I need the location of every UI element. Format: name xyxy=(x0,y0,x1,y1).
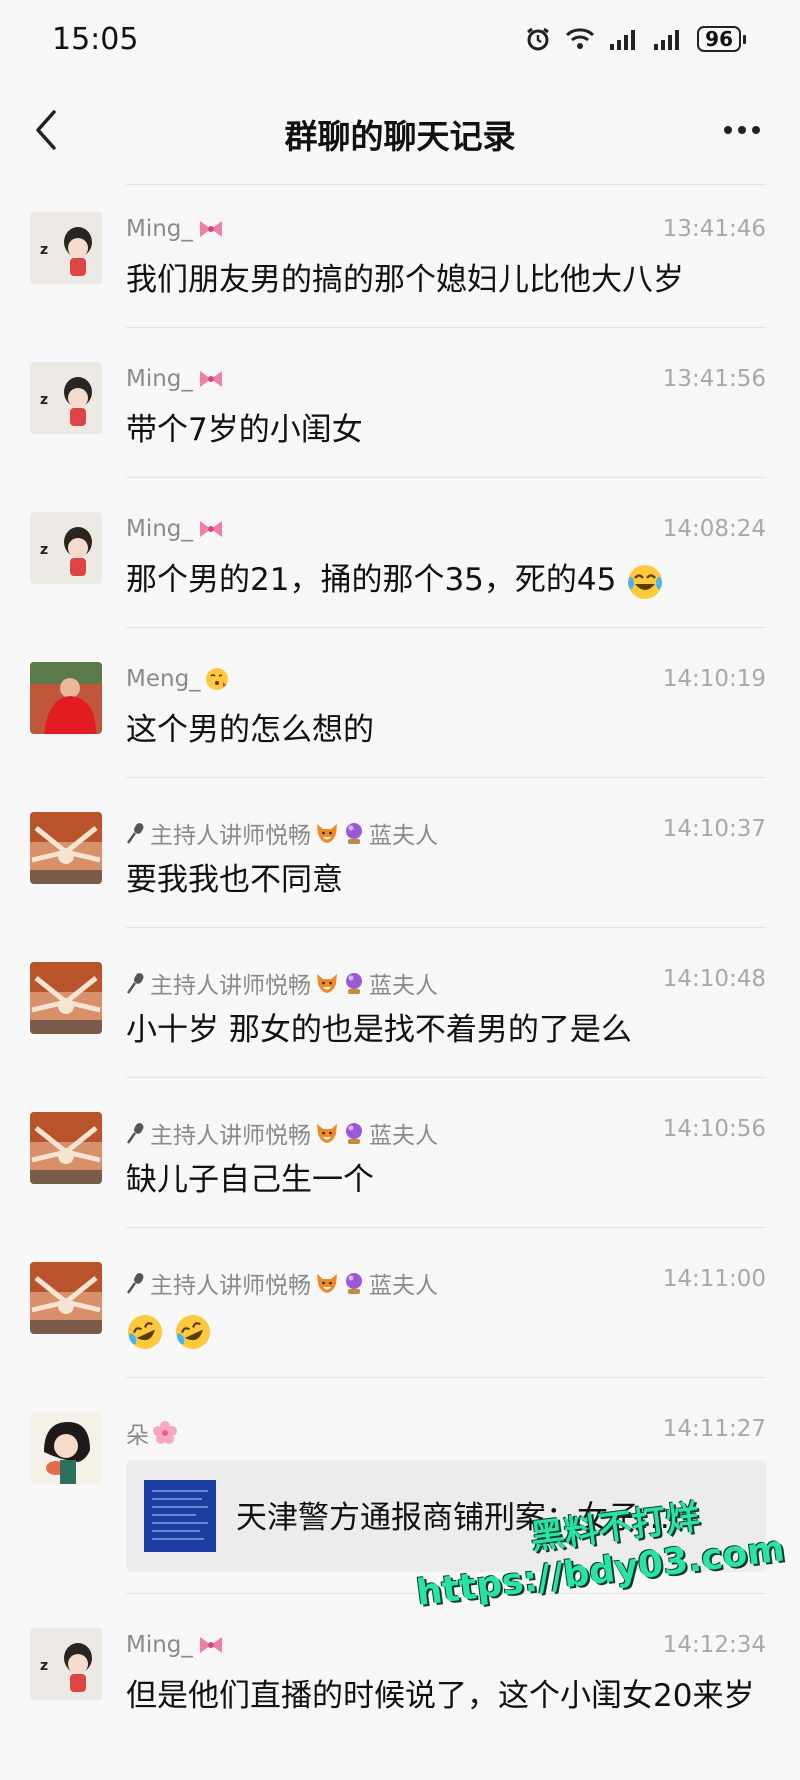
fox-icon xyxy=(317,824,337,843)
svg-text:z: z xyxy=(40,242,48,258)
ribbon-icon xyxy=(199,221,222,237)
fox-icon xyxy=(317,1274,337,1293)
sender-name: Ming_ xyxy=(126,516,225,542)
avatar[interactable] xyxy=(30,1262,102,1334)
laugh-cry-emoji-icon xyxy=(628,564,663,599)
fox-icon xyxy=(317,1124,337,1143)
wifi-icon xyxy=(566,28,595,49)
battery-level: 96 xyxy=(697,26,741,52)
ribbon-icon xyxy=(199,371,222,387)
message-time: 14:10:56 xyxy=(662,1116,766,1142)
ribbon-icon xyxy=(199,1637,222,1653)
message-item: 主持人讲师悦畅 蓝夫人 14:10:37 要我我也不同意 xyxy=(0,778,800,928)
crystal-ball-icon xyxy=(346,1123,362,1144)
sender-name: Ming_ xyxy=(126,366,225,392)
crystal-ball-icon xyxy=(346,973,362,994)
signal-icon-2 xyxy=(654,30,680,50)
message-item: 主持人讲师悦畅 蓝夫人 14:11:00 xyxy=(0,1228,800,1378)
rolling-laugh-emoji-icon xyxy=(128,1314,162,1349)
message-item: z Ming_ 14:12:34 但是他们直播的时候说了，这个小闺女20来岁 xyxy=(0,1594,800,1744)
message-item: z Ming_ 14:08:24 那个男的21，捅的那个35，死的45 xyxy=(0,478,800,628)
alarm-icon xyxy=(527,27,550,51)
crystal-ball-icon xyxy=(346,1273,362,1294)
message-text: 这个男的怎么想的 xyxy=(126,712,374,748)
avatar[interactable]: z xyxy=(30,212,102,284)
status-time: 15:05 xyxy=(52,22,139,57)
message-item: 主持人讲师悦畅 蓝夫人 14:10:48 小十岁 那女的也是找不着男的了是么 xyxy=(0,928,800,1078)
message-item: 主持人讲师悦畅 蓝夫人 14:10:56 缺儿子自己生一个 xyxy=(0,1078,800,1228)
message-time: 13:41:56 xyxy=(662,366,766,392)
message-item: z Ming_ 13:41:56 带个7岁的小闺女 xyxy=(0,328,800,478)
message-time: 13:41:46 xyxy=(662,216,766,242)
svg-text:z: z xyxy=(40,542,48,558)
message-time: 14:11:00 xyxy=(662,1266,766,1292)
ribbon-icon xyxy=(199,521,222,537)
message-time: 14:11:27 xyxy=(662,1416,766,1442)
message-text: 要我我也不同意 xyxy=(126,862,343,898)
message-text: 那个男的21，捅的那个35，死的45 xyxy=(126,562,617,598)
message-text: 缺儿子自己生一个 xyxy=(126,1162,374,1198)
svg-text:z: z xyxy=(40,1658,48,1674)
battery-icon: 96 xyxy=(697,26,746,52)
microphone-icon xyxy=(126,1123,144,1144)
avatar[interactable] xyxy=(30,962,102,1034)
rolling-laugh-emoji-icon xyxy=(175,1314,210,1349)
nav-bar: 群聊的聊天记录 xyxy=(0,82,800,178)
status-icons: 96 xyxy=(525,26,746,52)
more-button[interactable] xyxy=(716,112,768,148)
sender-name: 主持人讲师悦畅 蓝夫人 xyxy=(126,966,438,1000)
avatar[interactable] xyxy=(30,812,102,884)
message-content xyxy=(126,1308,766,1352)
avatar[interactable]: z xyxy=(30,1628,102,1700)
sender-name: 主持人讲师悦畅 蓝夫人 xyxy=(126,1116,438,1150)
message-text: 带个7岁的小闺女 xyxy=(126,412,363,448)
avatar[interactable] xyxy=(30,1112,102,1184)
sender-name: 主持人讲师悦畅 蓝夫人 xyxy=(126,1266,438,1300)
signal-icon xyxy=(610,30,636,50)
message-item: z Ming_ 13:41:46 我们朋友男的搞的那个媳妇儿比他大八岁 xyxy=(0,178,800,328)
status-bar: 15:05 96 xyxy=(0,0,800,82)
kiss-face-icon xyxy=(205,668,228,690)
message-time: 14:10:37 xyxy=(662,816,766,842)
avatar[interactable] xyxy=(30,1412,102,1484)
message-text: 但是他们直播的时候说了，这个小闺女20来岁 xyxy=(126,1678,755,1714)
message-time: 14:10:19 xyxy=(662,666,766,692)
fox-icon xyxy=(317,974,337,993)
svg-text:z: z xyxy=(40,392,48,408)
microphone-icon xyxy=(126,1273,144,1294)
avatar[interactable]: z xyxy=(30,512,102,584)
link-title: 天津警方通报商铺刑案：女子… xyxy=(236,1500,670,1536)
message-text: 我们朋友男的搞的那个媳妇儿比他大八岁 xyxy=(126,262,684,298)
more-icon xyxy=(724,126,760,134)
message-item: Meng_ 14:10:19 这个男的怎么想的 xyxy=(0,628,800,778)
sender-name: 朵 xyxy=(126,1416,177,1450)
avatar[interactable] xyxy=(30,662,102,734)
avatar[interactable]: z xyxy=(30,362,102,434)
sender-name: Meng_ xyxy=(126,666,229,692)
microphone-icon xyxy=(126,823,144,844)
crystal-ball-icon xyxy=(346,823,362,844)
sender-name: Ming_ xyxy=(126,1632,225,1658)
link-thumbnail xyxy=(144,1480,216,1552)
page-title: 群聊的聊天记录 xyxy=(284,117,516,156)
chat-history-list[interactable]: z Ming_ 13:41:46 我们朋友男的搞的那个媳妇儿比他大八岁 z Mi… xyxy=(0,178,800,1780)
message-time: 14:08:24 xyxy=(662,516,766,542)
message-content: 那个男的21，捅的那个35，死的45 xyxy=(126,558,766,602)
message-text: 小十岁 那女的也是找不着男的了是么 xyxy=(126,1012,632,1048)
sender-name: 主持人讲师悦畅 蓝夫人 xyxy=(126,816,438,850)
message-item: 朵 14:11:27 天津警方通报商铺刑案：女子… xyxy=(0,1378,800,1594)
message-time: 14:10:48 xyxy=(662,966,766,992)
shared-link-card[interactable]: 天津警方通报商铺刑案：女子… xyxy=(126,1460,766,1572)
sender-name: Ming_ xyxy=(126,216,225,242)
blossom-icon xyxy=(153,1421,177,1444)
message-time: 14:12:34 xyxy=(662,1632,766,1658)
microphone-icon xyxy=(126,973,144,994)
